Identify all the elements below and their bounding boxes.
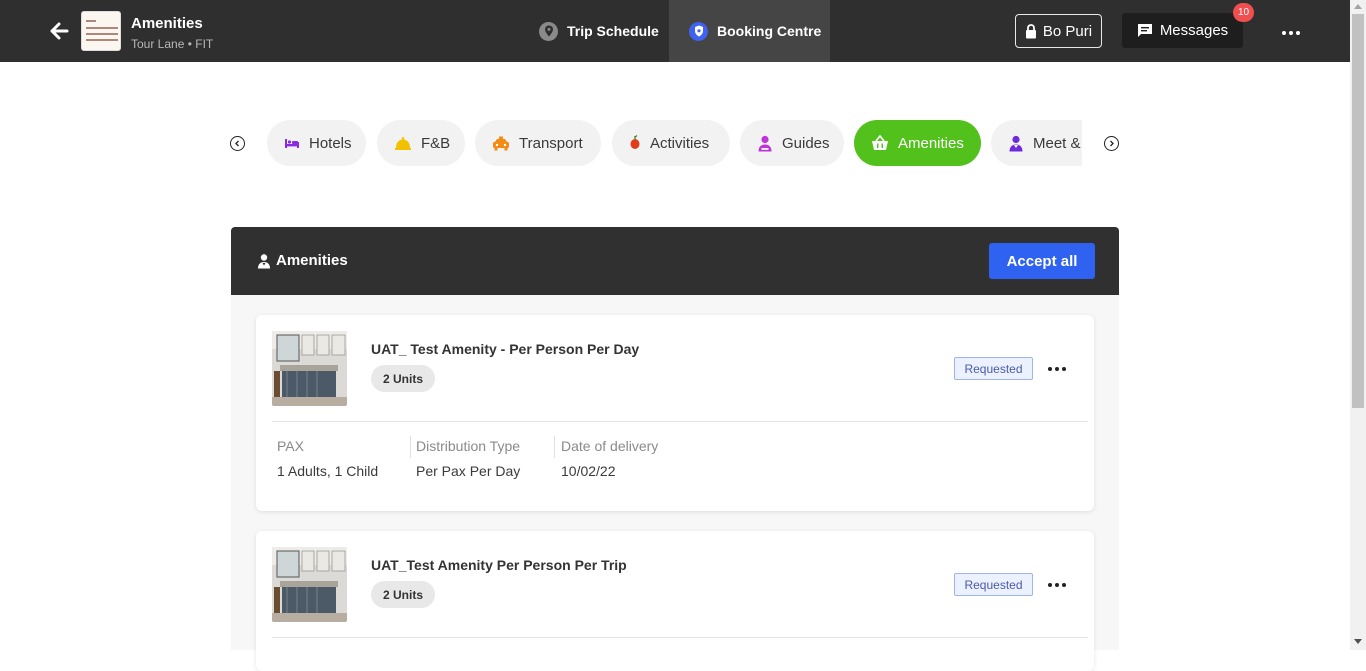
user-name: Bo Puri <box>1042 22 1093 40</box>
detail-date-of-delivery: Date of delivery 10/02/22 <box>561 438 658 479</box>
amenity-image <box>272 547 347 622</box>
category-tabs: Hotels F&B Transport Activities Guides A… <box>267 120 1082 166</box>
lock-icon <box>1025 23 1036 38</box>
taxi-icon <box>493 136 509 150</box>
category-label: Hotels <box>309 134 352 152</box>
accept-all-button[interactable]: Accept all <box>989 243 1095 279</box>
user-button[interactable]: Bo Puri <box>1015 14 1102 48</box>
detail-label: Distribution Type <box>416 438 521 454</box>
page-title: Amenities <box>131 15 203 32</box>
scroll-up-arrow-icon[interactable] <box>1354 4 1362 9</box>
amenity-name: UAT_ Test Amenity - Per Person Per Day <box>371 341 640 357</box>
scroll-right-icon[interactable] <box>1104 136 1119 151</box>
tab-trip-schedule[interactable]: Trip Schedule <box>539 0 659 62</box>
more-options-icon[interactable] <box>1043 574 1070 596</box>
panel-title-text: Amenities <box>276 252 348 269</box>
detail-value: Per Pax Per Day <box>416 463 521 479</box>
scroll-left-icon[interactable] <box>230 136 245 151</box>
tab-booking-centre[interactable]: Booking Centre <box>669 0 830 62</box>
divider <box>272 421 1088 422</box>
units-badge: 2 Units <box>371 581 435 608</box>
amenity-card: UAT_ Test Amenity - Per Person Per Day 2… <box>256 315 1094 511</box>
category-fnb[interactable]: F&B <box>377 120 465 166</box>
category-meet-and-greet[interactable]: Meet & Greet <box>991 120 1082 166</box>
category-amenities[interactable]: Amenities <box>854 120 981 166</box>
more-options-icon[interactable] <box>1278 24 1304 42</box>
more-options-icon[interactable] <box>1043 358 1070 380</box>
divider <box>272 637 1088 638</box>
category-label: F&B <box>421 134 451 152</box>
messages-button[interactable]: Messages <box>1122 13 1243 48</box>
detail-value: 1 Adults, 1 Child <box>277 463 379 479</box>
back-arrow-icon[interactable] <box>46 18 72 44</box>
category-label: Transport <box>519 134 583 152</box>
amenity-card: UAT_Test Amenity Per Person Per Trip 2 U… <box>256 531 1094 671</box>
panel-title: Amenities <box>257 252 348 269</box>
tab-trip-schedule-label: Trip Schedule <box>567 23 659 39</box>
amenity-image <box>272 331 347 406</box>
company-logo <box>81 11 121 51</box>
detail-pax: PAX 1 Adults, 1 Child <box>277 438 378 479</box>
status-badge: Requested <box>954 357 1033 380</box>
cloche-icon <box>395 136 411 150</box>
detail-label: Date of delivery <box>561 438 659 454</box>
status-badge: Requested <box>954 573 1033 596</box>
category-guides[interactable]: Guides <box>740 120 844 166</box>
scrollbar-thumb[interactable] <box>1352 14 1364 408</box>
category-transport[interactable]: Transport <box>475 120 601 166</box>
meet-person-icon <box>1009 135 1023 151</box>
bed-icon <box>285 139 299 148</box>
trip-subtitle: Tour Lane • FIT <box>131 37 214 51</box>
divider <box>410 436 411 458</box>
units-badge: 2 Units <box>371 365 435 392</box>
balloon-icon <box>630 135 640 149</box>
category-label: Amenities <box>898 134 964 152</box>
messages-label: Messages <box>1159 22 1229 39</box>
location-pin-icon <box>539 21 558 41</box>
category-hotels[interactable]: Hotels <box>267 120 366 166</box>
guide-person-icon <box>758 135 772 151</box>
category-label: Guides <box>782 134 830 152</box>
amenity-name: UAT_Test Amenity Per Person Per Trip <box>371 557 627 573</box>
messages-count-badge: 10 <box>1233 3 1254 22</box>
scroll-down-arrow-icon[interactable] <box>1354 639 1362 644</box>
top-bar: Amenities Tour Lane • FIT Trip Schedule … <box>0 0 1350 62</box>
category-activities[interactable]: Activities <box>612 120 730 166</box>
tab-booking-centre-label: Booking Centre <box>717 23 822 39</box>
scrollbar[interactable] <box>1350 0 1366 650</box>
person-icon <box>258 253 270 268</box>
amenities-panel-header: Amenities Accept all <box>231 227 1119 295</box>
divider <box>554 436 555 458</box>
detail-distribution-type: Distribution Type Per Pax Per Day <box>416 438 520 479</box>
category-label: Activities <box>650 134 710 152</box>
chat-icon <box>1137 24 1152 37</box>
detail-label: PAX <box>277 438 304 454</box>
detail-value: 10/02/22 <box>561 463 616 479</box>
basket-icon <box>872 135 888 150</box>
shield-icon <box>689 21 708 41</box>
category-label: Meet & Greet <box>1033 134 1082 152</box>
